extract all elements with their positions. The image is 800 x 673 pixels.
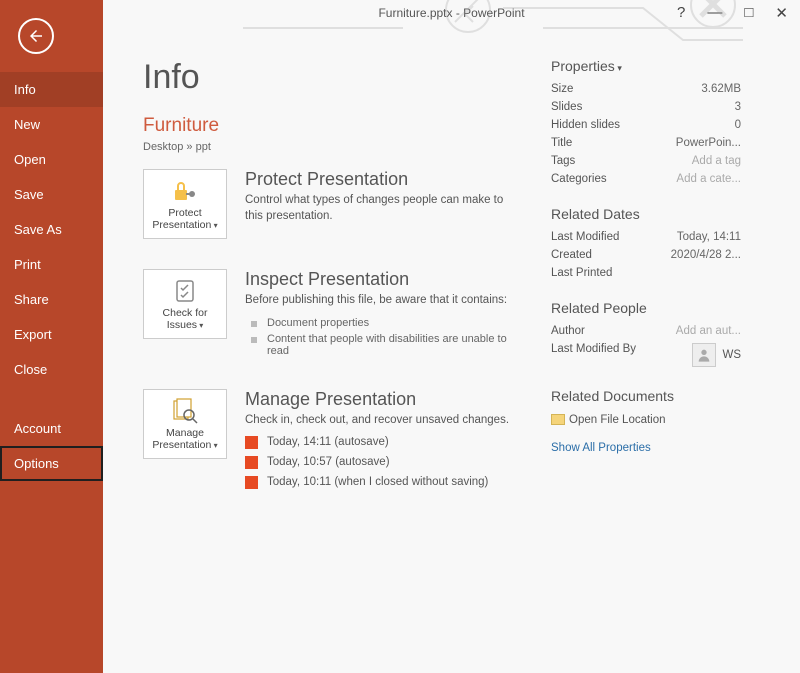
version-item[interactable]: Today, 10:57 (autosave) — [245, 452, 523, 472]
manage-heading: Manage Presentation — [245, 389, 523, 410]
back-arrow-icon — [27, 27, 45, 45]
nav-info[interactable]: Info — [0, 72, 103, 107]
breadcrumb: Desktop » ppt — [143, 141, 523, 153]
add-tag-field[interactable]: Add a tag — [692, 155, 741, 167]
version-item[interactable]: Today, 14:11 (autosave) — [245, 432, 523, 452]
inspect-desc: Before publishing this file, be aware th… — [245, 293, 523, 309]
date-row: Last Printed — [551, 264, 741, 282]
nav-save-as[interactable]: Save As — [0, 212, 103, 247]
lock-key-icon — [170, 177, 200, 205]
protect-heading: Protect Presentation — [245, 169, 523, 190]
nav-share[interactable]: Share — [0, 282, 103, 317]
section-protect: Protect Presentation ▾ Protect Presentat… — [143, 169, 523, 239]
prop-row: Hidden slides0 — [551, 116, 741, 134]
inspect-item: Content that people with disabilities ar… — [245, 331, 523, 359]
prop-row: TitlePowerPoin... — [551, 134, 741, 152]
protect-presentation-button[interactable]: Protect Presentation ▾ — [143, 169, 227, 239]
nav-save[interactable]: Save — [0, 177, 103, 212]
add-author-field[interactable]: Add an aut... — [676, 325, 741, 337]
documents-search-icon — [170, 397, 200, 425]
show-all-properties-link[interactable]: Show All Properties — [551, 442, 741, 454]
prop-row: Slides3 — [551, 98, 741, 116]
properties-panel: Properties ▾ Size3.62MB Slides3 Hidden s… — [551, 58, 741, 492]
check-for-issues-button[interactable]: Check for Issues ▾ — [143, 269, 227, 339]
app-root: Info New Open Save Save As Print Share E… — [0, 0, 800, 673]
close-button[interactable]: ✕ — [775, 4, 788, 22]
modified-by-row: Last Modified By WS — [551, 340, 741, 370]
content-area: Furniture.pptx - PowerPoint ? — □ ✕ Info… — [103, 0, 800, 673]
protect-tile-label: Protect Presentation — [152, 207, 211, 231]
manage-desc: Check in, check out, and recover unsaved… — [245, 413, 523, 429]
version-item[interactable]: Today, 10:11 (when I closed without savi… — [245, 472, 523, 492]
manage-presentation-button[interactable]: Manage Presentation ▾ — [143, 389, 227, 459]
checklist-icon — [172, 277, 198, 305]
main-left: Info Furniture Desktop » ppt Protect Pre… — [143, 58, 523, 492]
nav-options[interactable]: Options — [0, 446, 103, 481]
avatar-icon — [692, 343, 716, 367]
nav-open[interactable]: Open — [0, 142, 103, 177]
prop-row: Size3.62MB — [551, 80, 741, 98]
properties-dropdown[interactable]: Properties ▾ — [551, 58, 741, 74]
nav-new[interactable]: New — [0, 107, 103, 142]
open-file-location-link[interactable]: Open File Location — [551, 410, 741, 430]
prop-row-tags: TagsAdd a tag — [551, 152, 741, 170]
maximize-button[interactable]: □ — [744, 4, 753, 22]
section-manage: Manage Presentation ▾ Manage Presentatio… — [143, 389, 523, 493]
decorative-circuit-icon — [243, 0, 743, 55]
date-row: Created2020/4/28 2... — [551, 246, 741, 264]
related-dates-heading: Related Dates — [551, 206, 741, 222]
related-people-heading: Related People — [551, 300, 741, 316]
manage-tile-label: Manage Presentation — [152, 427, 211, 451]
nav-export[interactable]: Export — [0, 317, 103, 352]
page-title: Info — [143, 58, 523, 97]
last-modified-by-user[interactable]: WS — [692, 343, 741, 367]
date-row: Last ModifiedToday, 14:11 — [551, 228, 741, 246]
backstage-sidebar: Info New Open Save Save As Print Share E… — [0, 0, 103, 673]
nav-close[interactable]: Close — [0, 352, 103, 387]
folder-icon — [551, 414, 565, 425]
inspect-heading: Inspect Presentation — [245, 269, 523, 290]
section-inspect: Check for Issues ▾ Inspect Presentation … — [143, 269, 523, 359]
prop-row-categories: CategoriesAdd a cate... — [551, 170, 741, 188]
nav-print[interactable]: Print — [0, 247, 103, 282]
author-row: AuthorAdd an aut... — [551, 322, 741, 340]
related-documents-heading: Related Documents — [551, 388, 741, 404]
document-title: Furniture — [143, 115, 523, 137]
inspect-item: Document properties — [245, 315, 523, 331]
add-category-field[interactable]: Add a cate... — [676, 173, 741, 185]
nav-account[interactable]: Account — [0, 411, 103, 446]
protect-desc: Control what types of changes people can… — [245, 193, 523, 224]
back-button[interactable] — [18, 18, 54, 54]
